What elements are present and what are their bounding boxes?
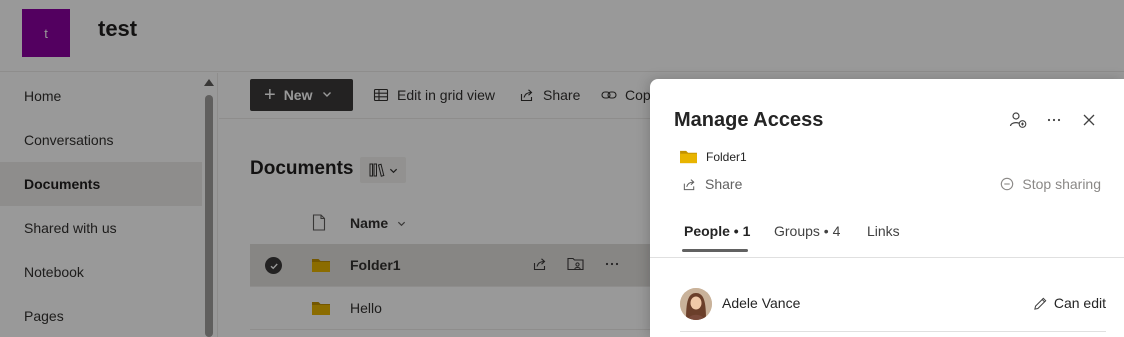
avatar [680,288,712,320]
permission-label: Can edit [1053,295,1106,311]
stop-icon [1001,177,1014,191]
share-button-label: Share [705,176,743,192]
pencil-icon [1034,297,1047,310]
close-icon[interactable] [1079,110,1099,130]
tab-links[interactable]: Links [867,223,900,239]
more-options-icon[interactable] [1044,110,1064,130]
tab-people[interactable]: People • 1 [684,223,750,239]
folder-icon [680,150,697,164]
item-name: Folder1 [706,149,747,164]
share-button[interactable]: Share [682,176,742,192]
tab-groups[interactable]: Groups • 4 [774,223,840,239]
grant-access-icon[interactable] [1008,110,1028,130]
stop-sharing-label: Stop sharing [1022,176,1101,192]
panel-title: Manage Access [674,109,824,131]
item-breadcrumb: Folder1 [679,149,747,164]
manage-access-panel: Manage Access Folder1 Share Stop sharing… [650,79,1124,337]
stop-sharing-button[interactable]: Stop sharing [1000,176,1101,192]
active-tab-indicator [682,249,748,252]
divider [650,257,1124,258]
person-name: Adele Vance [722,295,801,311]
share-icon [683,178,695,190]
person-row: Adele Vance Can edit [680,286,1106,332]
permission-dropdown[interactable]: Can edit [1033,295,1106,311]
